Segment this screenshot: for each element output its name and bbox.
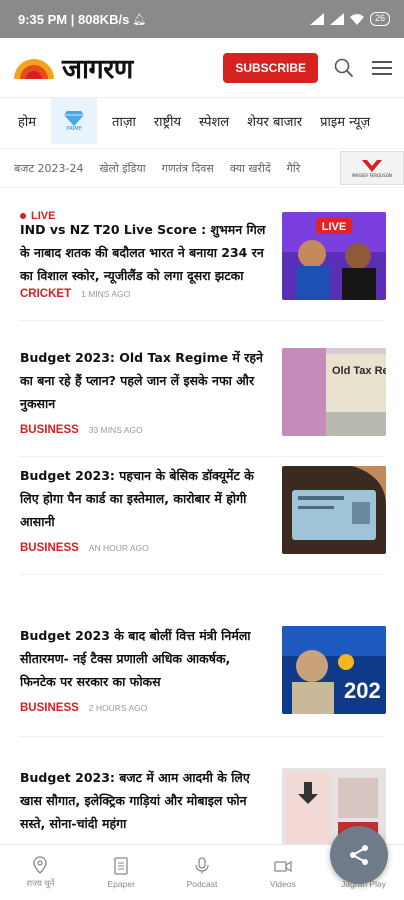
article-time: 1 MINS AGO (81, 289, 131, 299)
sun-logo-icon (14, 58, 54, 79)
article-card[interactable]: Budget 2023: पहचान के बेसिक डॉक्यूमेंट क… (0, 458, 404, 568)
topic-chip[interactable]: बजट 2023-24 (0, 161, 91, 176)
bottom-nav-podcast[interactable]: Podcast (162, 845, 243, 900)
tab-latest[interactable]: ताज़ा (103, 112, 145, 130)
app-header: जागरण SUBSCRIBE (0, 38, 404, 98)
article-time: 33 MINS AGO (88, 425, 143, 435)
svg-text:202: 202 (344, 678, 381, 703)
article-card[interactable]: Budget 2023 के बाद बोलीं वित्त मंत्री नि… (0, 618, 404, 728)
article-title[interactable]: Budget 2023: पहचान के बेसिक डॉक्यूमेंट क… (20, 464, 266, 533)
article-thumbnail[interactable]: LIVE (282, 212, 386, 300)
article-category[interactable]: BUSINESS (20, 702, 79, 714)
article-title[interactable]: IND vs NZ T20 Live Score : शुभमन गिल के … (20, 218, 266, 287)
article-card[interactable]: Budget 2023: Old Tax Regime में रहने का … (0, 340, 404, 450)
diamond-icon (64, 111, 85, 126)
tab-special[interactable]: स्पेशल (190, 112, 238, 130)
svg-text:Old Tax Regim: Old Tax Regim (332, 365, 386, 377)
notification-icon: 🔔︎ (132, 13, 147, 26)
tab-prime[interactable]: PRIME (51, 98, 98, 144)
topic-chip[interactable]: गणतंत्र दिवस (154, 161, 222, 176)
article-thumbnail[interactable]: 202 (282, 626, 386, 714)
tab-home[interactable]: होम (0, 112, 45, 130)
tab-national[interactable]: राष्ट्रीय (145, 112, 190, 130)
article-time: AN HOUR AGO (88, 543, 149, 553)
sponsor-label: MASSEY FERGUSON (352, 172, 392, 178)
svg-text:LIVE: LIVE (322, 221, 346, 233)
tab-prime-news[interactable]: प्राइम न्यूज़ (311, 112, 379, 130)
microphone-icon (195, 856, 209, 874)
article-meta: BUSINESS 33 MINS AGO (20, 424, 143, 436)
article-title[interactable]: Budget 2023 के बाद बोलीं वित्त मंत्री नि… (20, 624, 266, 693)
bottom-nav-videos[interactable]: Videos (242, 845, 323, 900)
epaper-icon (114, 856, 128, 875)
article-title[interactable]: Budget 2023: Old Tax Regime में रहने का … (20, 346, 266, 415)
topic-chip[interactable]: गैरि (279, 161, 309, 176)
search-icon[interactable] (332, 56, 356, 80)
status-bar: 9:35 PM | 808KB/s 🔔︎ 26 (0, 0, 404, 38)
article-category[interactable]: BUSINESS (20, 424, 79, 436)
bottom-nav-epaper[interactable]: Epaper (81, 845, 162, 900)
topic-strip: बजट 2023-24 खेलो इंडिया गणतंत्र दिवस क्य… (0, 148, 404, 188)
video-camera-icon (274, 860, 292, 872)
signal-icon (309, 13, 324, 25)
article-title[interactable]: Budget 2023: बजट में आम आदमी के लिए खास … (20, 766, 266, 835)
menu-icon[interactable] (370, 56, 394, 80)
article-thumbnail[interactable] (282, 466, 386, 554)
article-category[interactable]: BUSINESS (20, 542, 79, 554)
divider (20, 456, 384, 457)
sponsor-ad[interactable]: MASSEY FERGUSON (340, 151, 404, 185)
divider (20, 574, 384, 575)
location-pin-icon (33, 856, 48, 874)
divider (20, 736, 384, 737)
divider (20, 320, 384, 321)
topic-chip[interactable]: खेलो इंडिया (91, 161, 153, 176)
jagran-logo[interactable]: जागरण (10, 49, 133, 86)
article-meta: CRICKET 1 MINS AGO (20, 288, 130, 300)
article-card[interactable]: LIVE IND vs NZ T20 Live Score : शुभमन गि… (0, 190, 404, 300)
article-time: 2 HOURS AGO (88, 703, 148, 713)
topic-chip[interactable]: क्या खरीदें (222, 161, 279, 176)
nav-tabs: होम PRIME ताज़ा राष्ट्रीय स्पेशल शेयर बा… (0, 98, 404, 144)
tab-share-market[interactable]: शेयर बाजार (238, 112, 311, 130)
prime-label: PRIME (66, 126, 82, 132)
status-time: 9:35 PM | 808KB/s (18, 11, 130, 27)
bottom-nav-state[interactable]: राज्य चुनें (0, 845, 81, 900)
battery-indicator: 26 (369, 12, 390, 26)
share-icon (350, 845, 368, 865)
subscribe-button[interactable]: SUBSCRIBE (223, 52, 318, 83)
signal-icon-2 (329, 13, 344, 25)
share-fab[interactable] (330, 826, 388, 884)
article-category[interactable]: CRICKET (20, 288, 71, 300)
article-meta: BUSINESS AN HOUR AGO (20, 542, 149, 554)
wifi-icon (349, 14, 364, 25)
sponsor-logo-icon (362, 159, 382, 172)
article-meta: BUSINESS 2 HOURS AGO (20, 702, 147, 714)
logo-text: जागरण (62, 54, 133, 85)
article-thumbnail[interactable]: Old Tax Regim (282, 348, 386, 436)
